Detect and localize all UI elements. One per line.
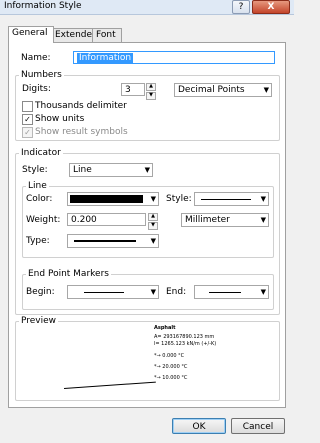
show-result-checkbox[interactable]: ✓: [22, 127, 33, 138]
name-label: Name:: [21, 53, 51, 63]
end-marker-swatch: [209, 292, 241, 293]
tab-font[interactable]: Font: [92, 28, 122, 42]
help-button[interactable]: ?: [232, 0, 250, 14]
tab-extended[interactable]: Extended: [51, 28, 98, 42]
preview-title: Preview: [19, 316, 59, 326]
line-group: Line Color: ▼ Style: ▼ Weight: 0.200 ▲ ▼ …: [22, 181, 274, 258]
chevron-down-icon: ▼: [260, 216, 266, 224]
begin-label: Begin:: [26, 287, 55, 297]
endpoints-group: End Point Markers Begin: ▼ End: ▼: [22, 269, 274, 310]
end-marker-dropdown[interactable]: ▼: [194, 285, 269, 299]
indicator-group: Indicator Style: Line ▼ Line Color: ▼ Sty…: [15, 148, 280, 315]
show-result-label: Show result symbols: [35, 127, 128, 137]
indicator-title: Indicator: [19, 148, 63, 158]
general-panel: Name: Information Numbers Digits: 3 ▲ ▼ D…: [8, 42, 286, 408]
preview-line-5: *→ 20.000 °C: [154, 364, 188, 370]
indicator-style-value: Line: [73, 165, 92, 175]
numbers-title: Numbers: [19, 70, 64, 80]
title-bar: Information Style ? X: [0, 0, 294, 15]
digits-field[interactable]: 3: [121, 83, 145, 96]
preview-line-3: l= 1265.123 kN/m (+/-K): [154, 341, 217, 347]
line-title: Line: [26, 181, 49, 191]
line-type-dropdown[interactable]: ▼: [67, 234, 159, 248]
chevron-down-icon: ▼: [150, 288, 156, 296]
weight-unit-dropdown[interactable]: Millimeter ▼: [181, 213, 269, 227]
chevron-down-icon: ▼: [260, 195, 266, 203]
weight-unit-value: Millimeter: [185, 215, 230, 225]
numbers-group: Numbers Digits: 3 ▲ ▼ Decimal Points ▼ Tho…: [15, 70, 280, 141]
name-field[interactable]: Information: [73, 51, 275, 64]
thousands-label: Thousands delimiter: [35, 101, 127, 111]
digits-label: Digits:: [22, 84, 51, 94]
weight-label: Weight:: [26, 215, 61, 225]
line-style-label: Style:: [166, 194, 192, 204]
preview-group: Preview Asphalt A= 293167890.123 mm l= 1…: [15, 316, 280, 401]
number-format-dropdown[interactable]: Decimal Points ▼: [174, 83, 272, 97]
begin-marker-dropdown[interactable]: ▼: [67, 285, 159, 299]
line-color-label: Color:: [26, 194, 53, 204]
type-label: Type:: [26, 236, 50, 246]
chevron-down-icon: ▼: [260, 288, 266, 296]
weight-field[interactable]: 0.200: [67, 213, 146, 226]
show-units-label: Show units: [35, 114, 85, 124]
thousands-checkbox[interactable]: [22, 101, 33, 112]
chevron-down-icon: ▼: [150, 195, 156, 203]
line-style-swatch: [201, 199, 251, 200]
tab-general[interactable]: General: [8, 26, 54, 43]
begin-marker-swatch: [84, 292, 124, 293]
line-type-swatch: [74, 240, 136, 242]
preview-line-1: Asphalt: [154, 325, 176, 331]
ok-button[interactable]: OK: [172, 418, 226, 434]
number-format-value: Decimal Points: [178, 85, 245, 95]
color-swatch: [70, 195, 143, 203]
cancel-button[interactable]: Cancel: [231, 418, 285, 434]
indicator-style-dropdown[interactable]: Line ▼: [69, 163, 153, 177]
chevron-down-icon: ▼: [150, 237, 156, 245]
chevron-down-icon: ▼: [144, 166, 150, 174]
line-color-dropdown[interactable]: ▼: [67, 192, 159, 206]
preview-line-6: *→ 10.000 °C: [154, 375, 188, 381]
weight-spinner[interactable]: ▲ ▼: [148, 213, 158, 230]
chevron-down-icon: ▼: [263, 86, 269, 94]
preview-line-4: *→ 0.000 °C: [154, 353, 185, 359]
preview-line-2: A= 293167890.123 mm: [154, 334, 215, 340]
show-units-checkbox[interactable]: ✓: [22, 114, 33, 125]
digits-spinner[interactable]: ▲ ▼: [146, 83, 156, 100]
window-title: Information Style: [4, 1, 82, 11]
indicator-style-label: Style:: [22, 165, 48, 175]
end-label: End:: [166, 287, 187, 297]
name-value: Information: [77, 53, 134, 63]
endpoints-title: End Point Markers: [26, 269, 111, 279]
line-style-dropdown[interactable]: ▼: [194, 192, 269, 206]
close-button[interactable]: X: [252, 0, 290, 14]
preview-indicator-line: [64, 381, 156, 389]
